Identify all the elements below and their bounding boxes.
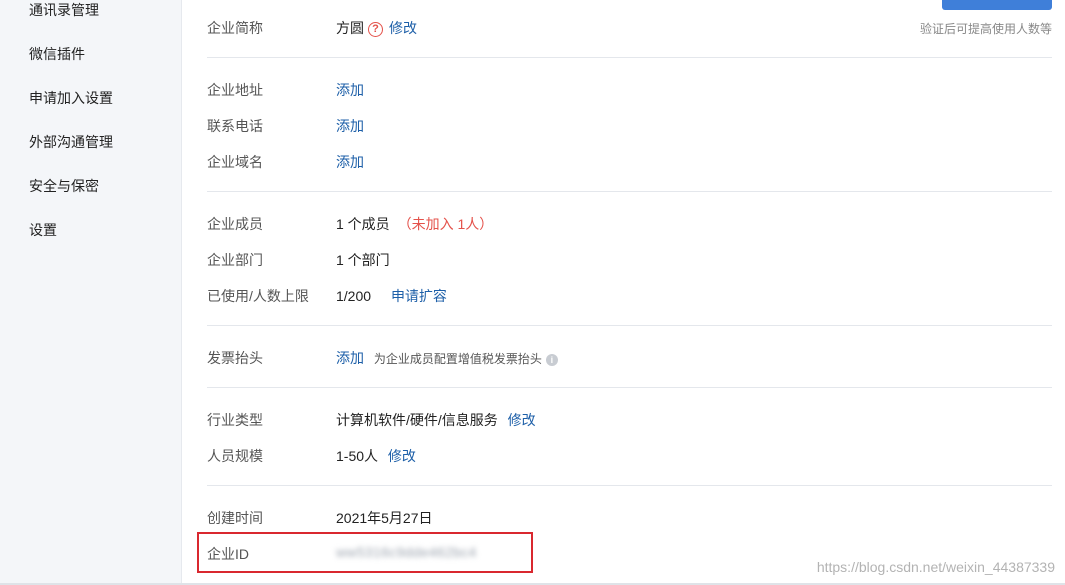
invoice-hint: 为企业成员配置增值税发票抬头 xyxy=(373,352,542,366)
info-circle-icon[interactable]: i xyxy=(545,354,558,366)
corp-id-value[interactable]: ww5316c9dde462bc4 xyxy=(336,544,477,560)
sidebar-item-security[interactable]: 安全与保密 xyxy=(29,176,99,196)
usage-label: 已使用/人数上限 xyxy=(207,288,309,304)
usage-value: 1/200 xyxy=(336,288,372,304)
industry-value: 计算机软件/硬件/信息服务 xyxy=(336,412,498,428)
short-name-label: 企业简称 xyxy=(207,20,263,36)
industry-row: 计算机软件/硬件/信息服务 修改 xyxy=(336,410,536,430)
members-row: 1 个成员 （未加入 1人） xyxy=(336,214,493,234)
corp-id-label: 企业ID xyxy=(207,546,249,562)
scale-label: 人员规模 xyxy=(207,448,263,464)
question-circle-icon[interactable]: ? xyxy=(368,22,383,37)
sidebar-item-wechat-plugin[interactable]: 微信插件 xyxy=(29,44,85,64)
watermark: https://blog.csdn.net/weixin_44387339 xyxy=(816,559,1055,575)
sidebar: 通讯录管理 微信插件 申请加入设置 外部沟通管理 安全与保密 设置 xyxy=(0,0,182,585)
add-phone-link[interactable]: 添加 xyxy=(336,116,364,136)
invoice-label: 发票抬头 xyxy=(207,350,263,366)
add-address-link[interactable]: 添加 xyxy=(336,80,364,100)
short-name-row: 方圆? 修改 xyxy=(336,18,417,38)
short-name-value: 方圆 xyxy=(336,20,364,36)
address-label: 企业地址 xyxy=(207,82,263,98)
phone-label: 联系电话 xyxy=(207,118,263,134)
apply-expansion-link[interactable]: 申请扩容 xyxy=(391,288,447,304)
divider xyxy=(207,387,1052,388)
industry-label: 行业类型 xyxy=(207,412,263,428)
sidebar-item-external-communication[interactable]: 外部沟通管理 xyxy=(29,132,113,152)
sidebar-item-join-settings[interactable]: 申请加入设置 xyxy=(29,88,113,108)
add-domain-link[interactable]: 添加 xyxy=(336,152,364,172)
domain-label: 企业域名 xyxy=(207,154,263,170)
scale-value: 1-50人 xyxy=(336,448,379,464)
departments-label: 企业部门 xyxy=(207,252,263,268)
divider xyxy=(207,325,1052,326)
usage-row: 1/200 申请扩容 xyxy=(336,286,447,306)
departments-value: 1 个部门 xyxy=(336,252,390,268)
unjoined-members-note[interactable]: （未加入 1人） xyxy=(398,216,494,232)
add-invoice-link[interactable]: 添加 xyxy=(336,350,364,366)
verify-button[interactable] xyxy=(942,0,1052,10)
scale-row: 1-50人 修改 xyxy=(336,446,416,466)
members-value: 1 个成员 xyxy=(336,216,390,232)
divider xyxy=(207,191,1052,192)
edit-industry-link[interactable]: 修改 xyxy=(508,412,536,428)
edit-short-name-link[interactable]: 修改 xyxy=(389,20,417,36)
verify-hint: 验证后可提高使用人数等 xyxy=(919,22,1052,36)
sidebar-item-contacts[interactable]: 通讯录管理 xyxy=(29,0,99,20)
divider xyxy=(207,485,1052,486)
members-label: 企业成员 xyxy=(207,216,263,232)
created-label: 创建时间 xyxy=(207,510,263,526)
corp-id-row: ww5316c9dde462bc4 xyxy=(336,544,477,560)
sidebar-item-settings[interactable]: 设置 xyxy=(29,220,57,240)
divider xyxy=(207,57,1052,58)
edit-scale-link[interactable]: 修改 xyxy=(388,448,416,464)
created-value: 2021年5月27日 xyxy=(336,510,433,526)
invoice-row: 添加 为企业成员配置增值税发票抬头 i xyxy=(336,348,558,368)
